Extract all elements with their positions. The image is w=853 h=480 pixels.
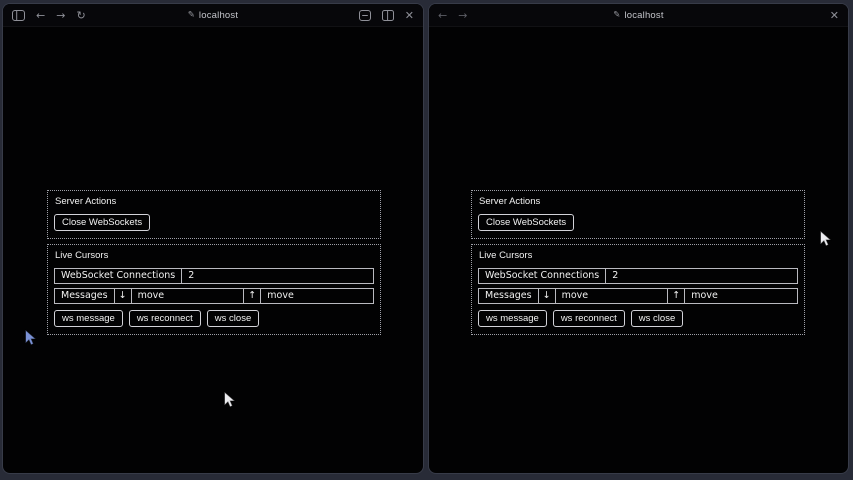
close-window-icon[interactable]: ✕ bbox=[830, 10, 839, 21]
url-text: localhost bbox=[624, 10, 663, 21]
url-text: localhost bbox=[199, 10, 238, 21]
close-websockets-button[interactable]: Close WebSockets bbox=[478, 214, 574, 231]
reader-mode-icon[interactable] bbox=[359, 10, 371, 21]
connections-row: WebSocket Connections 2 bbox=[54, 268, 374, 284]
ws-reconnect-button[interactable]: ws reconnect bbox=[129, 310, 201, 327]
live-cursors-title: Live Cursors bbox=[55, 251, 374, 262]
connections-count: 2 bbox=[181, 268, 374, 284]
last-received-message: move bbox=[260, 288, 374, 304]
ws-message-button[interactable]: ws message bbox=[478, 310, 547, 327]
back-icon[interactable]: ← bbox=[438, 10, 447, 21]
titlebar-left-controls: ← → bbox=[438, 10, 467, 21]
last-received-message: move bbox=[684, 288, 798, 304]
ws-reconnect-button[interactable]: ws reconnect bbox=[553, 310, 625, 327]
close-websockets-button[interactable]: Close WebSockets bbox=[54, 214, 150, 231]
connections-count: 2 bbox=[605, 268, 798, 284]
connections-label: WebSocket Connections bbox=[478, 268, 606, 284]
sent-arrow-icon: ↓ bbox=[538, 288, 556, 304]
websocket-debug-page: Server Actions Close WebSockets Live Cur… bbox=[47, 190, 381, 335]
forward-icon[interactable]: → bbox=[56, 10, 65, 21]
live-cursors-title: Live Cursors bbox=[479, 251, 798, 262]
page-viewport: Server Actions Close WebSockets Live Cur… bbox=[429, 27, 848, 473]
connections-row: WebSocket Connections 2 bbox=[478, 268, 798, 284]
messages-label: Messages bbox=[478, 288, 539, 304]
messages-row: Messages ↓ move ↑ move bbox=[54, 288, 374, 304]
titlebar: ← → ✎ localhost ✕ bbox=[429, 4, 848, 27]
received-arrow-icon: ↑ bbox=[667, 288, 685, 304]
desktop: ← → ↻ ✎ localhost ✕ Server Acti bbox=[0, 0, 853, 480]
server-actions-title: Server Actions bbox=[479, 197, 798, 208]
address-display[interactable]: ✎ localhost bbox=[613, 4, 663, 26]
sidebar-toggle-icon[interactable] bbox=[12, 10, 25, 21]
page-edit-icon: ✎ bbox=[188, 10, 195, 20]
ws-close-button[interactable]: ws close bbox=[207, 310, 259, 327]
websocket-debug-page: Server Actions Close WebSockets Live Cur… bbox=[471, 190, 805, 335]
ws-message-button[interactable]: ws message bbox=[54, 310, 123, 327]
titlebar: ← → ↻ ✎ localhost ✕ bbox=[3, 4, 423, 27]
close-window-icon[interactable]: ✕ bbox=[405, 10, 414, 21]
last-sent-message: move bbox=[555, 288, 669, 304]
forward-icon[interactable]: → bbox=[458, 10, 467, 21]
page-edit-icon: ✎ bbox=[613, 10, 620, 20]
live-cursors-panel: Live Cursors WebSocket Connections 2 Mes… bbox=[47, 244, 381, 335]
address-display[interactable]: ✎ localhost bbox=[188, 4, 238, 26]
back-icon[interactable]: ← bbox=[36, 10, 45, 21]
titlebar-right-controls: ✕ bbox=[359, 10, 414, 21]
reload-icon[interactable]: ↻ bbox=[76, 10, 85, 21]
ws-buttons-row: ws message ws reconnect ws close bbox=[54, 310, 374, 327]
live-cursors-panel: Live Cursors WebSocket Connections 2 Mes… bbox=[471, 244, 805, 335]
page-viewport: Server Actions Close WebSockets Live Cur… bbox=[3, 27, 423, 473]
titlebar-right-controls: ✕ bbox=[830, 10, 839, 21]
ws-buttons-row: ws message ws reconnect ws close bbox=[478, 310, 798, 327]
browser-window-right: ← → ✎ localhost ✕ Server Actions Close W… bbox=[429, 4, 848, 473]
received-arrow-icon: ↑ bbox=[243, 288, 261, 304]
server-actions-title: Server Actions bbox=[55, 197, 374, 208]
messages-label: Messages bbox=[54, 288, 115, 304]
split-view-icon[interactable] bbox=[382, 10, 394, 21]
sent-arrow-icon: ↓ bbox=[114, 288, 132, 304]
last-sent-message: move bbox=[131, 288, 245, 304]
server-actions-panel: Server Actions Close WebSockets bbox=[47, 190, 381, 239]
server-actions-panel: Server Actions Close WebSockets bbox=[471, 190, 805, 239]
titlebar-left-controls: ← → ↻ bbox=[12, 10, 86, 21]
messages-row: Messages ↓ move ↑ move bbox=[478, 288, 798, 304]
browser-window-left: ← → ↻ ✎ localhost ✕ Server Acti bbox=[3, 4, 423, 473]
ws-close-button[interactable]: ws close bbox=[631, 310, 683, 327]
connections-label: WebSocket Connections bbox=[54, 268, 182, 284]
